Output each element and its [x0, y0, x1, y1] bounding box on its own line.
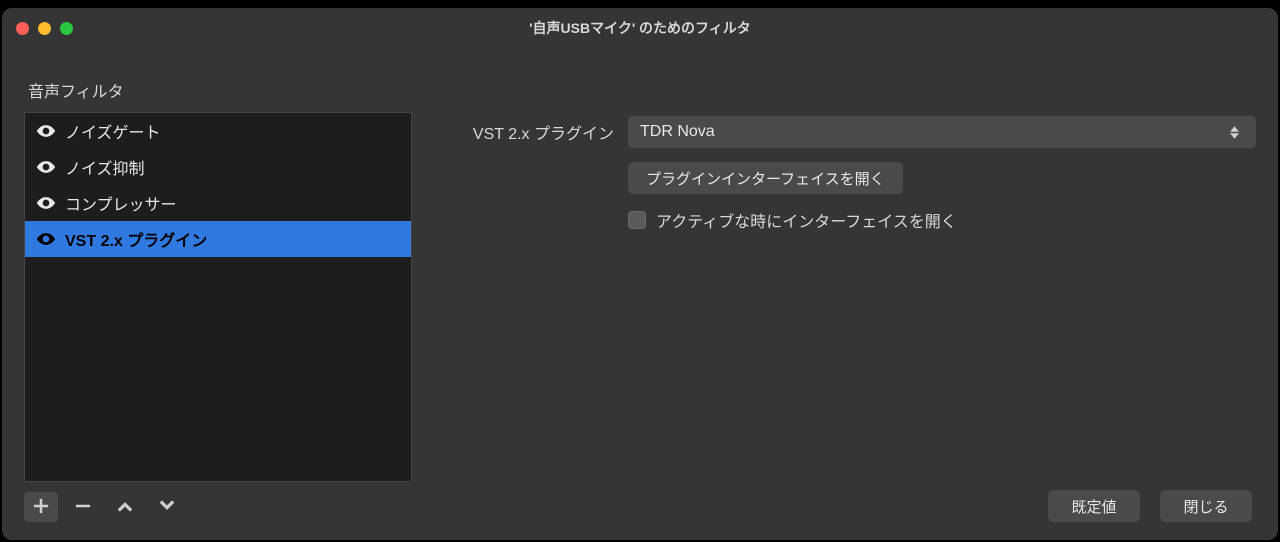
plugin-select-row: VST 2.x プラグイン TDR Nova [452, 116, 1256, 148]
remove-filter-button[interactable] [66, 492, 100, 522]
plus-icon [31, 496, 51, 519]
filter-detail-pane: VST 2.x プラグイン TDR Nova _ プラグインインターフェイスを開… [412, 48, 1256, 522]
filter-item-label: ノイズ抑制 [65, 155, 145, 179]
footer-buttons: 既定値 閉じる [452, 490, 1256, 522]
spacer [452, 246, 1256, 490]
filters-window: '自声USBマイク' のためのフィルタ 音声フィルタ ノイズゲート ノイズ抑制 [2, 8, 1278, 540]
filters-list-toolbar [24, 482, 412, 522]
select-stepper-icon [1224, 126, 1244, 139]
filters-list[interactable]: ノイズゲート ノイズ抑制 コンプレッサー [24, 112, 412, 482]
open-plugin-interface-button[interactable]: プラグインインターフェイスを開く [628, 162, 903, 194]
plugin-select[interactable]: TDR Nova [628, 116, 1256, 148]
traffic-lights [16, 22, 73, 35]
titlebar: '自声USBマイク' のためのフィルタ [2, 8, 1278, 48]
auto-open-checkbox[interactable] [628, 211, 646, 229]
filters-sidebar: 音声フィルタ ノイズゲート ノイズ抑制 [24, 48, 412, 522]
filter-item-vst-plugin[interactable]: VST 2.x プラグイン [25, 221, 411, 257]
move-filter-up-button[interactable] [108, 492, 142, 522]
filters-heading: 音声フィルタ [24, 48, 412, 112]
filter-item-label: コンプレッサー [65, 191, 177, 215]
close-button[interactable]: 閉じる [1160, 490, 1252, 522]
visibility-icon[interactable] [35, 192, 57, 214]
add-filter-button[interactable] [24, 492, 58, 522]
move-filter-down-button[interactable] [150, 492, 184, 522]
auto-open-row: _ アクティブな時にインターフェイスを開く [452, 208, 1256, 232]
auto-open-checkbox-label: アクティブな時にインターフェイスを開く [656, 208, 957, 232]
filter-item-label: ノイズゲート [65, 119, 161, 143]
content-area: 音声フィルタ ノイズゲート ノイズ抑制 [2, 48, 1278, 540]
filter-item-noise-suppression[interactable]: ノイズ抑制 [25, 149, 411, 185]
chevron-down-icon [157, 496, 177, 519]
chevron-up-icon [115, 496, 135, 519]
filter-item-label: VST 2.x プラグイン [65, 227, 207, 251]
filter-item-noise-gate[interactable]: ノイズゲート [25, 113, 411, 149]
plugin-type-label: VST 2.x プラグイン [452, 120, 614, 144]
visibility-icon[interactable] [35, 228, 57, 250]
window-title: '自声USBマイク' のためのフィルタ [2, 18, 1278, 38]
visibility-icon[interactable] [35, 156, 57, 178]
window-minimize-button[interactable] [38, 22, 51, 35]
filter-item-compressor[interactable]: コンプレッサー [25, 185, 411, 221]
open-interface-row: _ プラグインインターフェイスを開く [452, 162, 1256, 194]
window-maximize-button[interactable] [60, 22, 73, 35]
plugin-select-value: TDR Nova [640, 123, 715, 141]
defaults-button[interactable]: 既定値 [1048, 490, 1140, 522]
visibility-icon[interactable] [35, 120, 57, 142]
window-close-button[interactable] [16, 22, 29, 35]
auto-open-checkbox-row: アクティブな時にインターフェイスを開く [628, 208, 957, 232]
minus-icon [73, 496, 93, 519]
